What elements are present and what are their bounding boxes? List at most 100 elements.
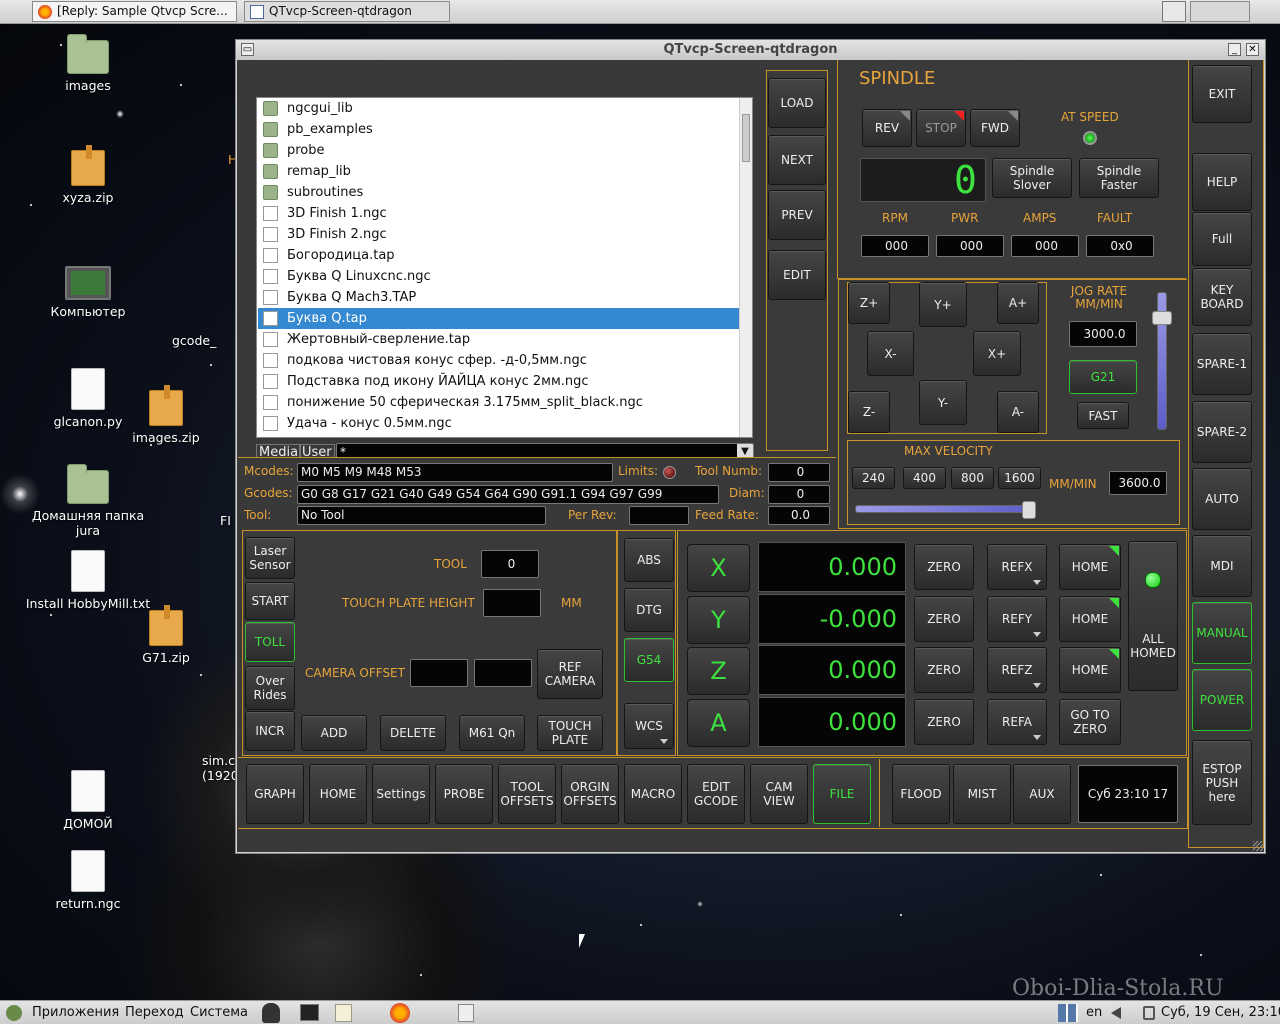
next-button[interactable]: NEXT (768, 135, 826, 185)
places-menu[interactable]: Переход (125, 1004, 184, 1022)
axis-z-button[interactable]: Z (687, 647, 750, 695)
velocity-800-button[interactable]: 800 (951, 467, 994, 489)
spindle-fwd-button[interactable]: FWD (970, 109, 1020, 147)
file-row[interactable]: понижение 50 сферическая 3.175мм_split_b… (258, 392, 740, 413)
file-row[interactable]: Удача - конус 0.5мм.ngc (258, 413, 740, 434)
jog-a-plus-button[interactable]: A+ (997, 282, 1039, 324)
network-icon[interactable] (1143, 1006, 1155, 1020)
taskbar-tab-qtdragon[interactable]: QTvcp-Screen-qtdragon (244, 1, 450, 22)
spindle-faster-button[interactable]: Spindle Faster (1079, 158, 1159, 198)
manual-button[interactable]: MANUAL (1192, 602, 1252, 664)
max-velocity-slider-handle[interactable] (1021, 501, 1036, 519)
folder-row[interactable]: probe (258, 140, 740, 161)
date-time[interactable]: Суб, 19 Сен, 23:10 (1161, 1004, 1280, 1022)
probe-tab-button[interactable]: PROBE (435, 764, 493, 824)
folder-row[interactable]: ngcgui_lib (258, 98, 740, 119)
spare1-button[interactable]: SPARE-1 (1192, 333, 1252, 395)
home-x-button[interactable]: HOME (1059, 544, 1121, 590)
dtg-button[interactable]: DTG (624, 588, 674, 632)
m61-button[interactable]: M61 Qn (459, 715, 525, 751)
file-row[interactable]: Буква Q Linuxcnc.ngc (258, 266, 740, 287)
file-row[interactable]: Буква Q.tap (258, 308, 740, 329)
touch-plate-height-input[interactable] (483, 589, 541, 617)
workspace-2-icon[interactable] (1190, 1, 1250, 22)
file-row[interactable]: Подставка под икону ЙАЙЦА конус 2мм.ngc (258, 371, 740, 392)
mist-button[interactable]: MIST (953, 764, 1011, 824)
ref-z-button[interactable]: REFZ (987, 647, 1047, 693)
tool-input[interactable]: 0 (481, 550, 539, 578)
auto-button[interactable]: AUTO (1192, 468, 1252, 530)
text-editor-icon[interactable] (335, 1004, 352, 1022)
folder-row[interactable]: subroutines (258, 182, 740, 203)
axis-a-button[interactable]: A (687, 699, 750, 747)
window-title[interactable]: QTvcp-Screen-qtdragon (236, 40, 1265, 60)
graph-tab-button[interactable]: GRAPH (246, 764, 304, 824)
all-homed-button[interactable]: ALL HOMED (1128, 541, 1178, 691)
toll-button[interactable]: TOLL (245, 622, 295, 662)
desktop-icon-computer[interactable]: Компьютер (33, 266, 143, 319)
zero-z-button[interactable]: ZERO (914, 647, 974, 693)
ref-x-button[interactable]: REFX (987, 544, 1047, 590)
help-button[interactable]: HELP (1192, 153, 1252, 211)
workspace-grid-icon[interactable] (1058, 1004, 1078, 1022)
flood-button[interactable]: FLOOD (892, 764, 950, 824)
go-to-zero-button[interactable]: GO TO ZERO (1059, 699, 1121, 745)
touch-plate-button[interactable]: TOUCH PLATE (537, 715, 603, 751)
axis-x-button[interactable]: X (687, 544, 750, 592)
zero-a-button[interactable]: ZERO (914, 699, 974, 745)
jog-y-plus-button[interactable]: Y+ (919, 282, 967, 327)
camera-offset-y-input[interactable] (474, 659, 532, 687)
jog-z-minus-button[interactable]: Z- (848, 391, 890, 433)
load-button[interactable]: LOAD (768, 78, 826, 128)
desktop-icon-return[interactable]: return.ngc (33, 850, 143, 911)
applications-menu[interactable]: Приложения (32, 1004, 119, 1022)
file-row[interactable]: 3D Finish 2.ngc (258, 224, 740, 245)
mdi-button[interactable]: MDI (1192, 535, 1252, 597)
desktop-icon-images[interactable]: images (33, 34, 143, 93)
desktop-icon-install[interactable]: Install HobbyMill.txt (18, 550, 158, 611)
spare2-button[interactable]: SPARE-2 (1192, 401, 1252, 463)
folder-row[interactable]: remap_lib (258, 161, 740, 182)
tool-offsets-tab-button[interactable]: TOOL OFFSETS (498, 764, 556, 824)
file-list-scrollbar[interactable] (739, 98, 752, 437)
trash-icon[interactable] (458, 1004, 474, 1022)
file-row[interactable]: Буква Q Mach3.TAP (258, 287, 740, 308)
desktop-icon-gcode[interactable]: gcode_ (172, 333, 232, 348)
jog-y-minus-button[interactable]: Y- (919, 380, 967, 425)
desktop-icon-domoi[interactable]: ДОМОЙ (33, 770, 143, 831)
jog-z-plus-button[interactable]: Z+ (848, 282, 890, 324)
laser-sensor-button[interactable]: Laser Sensor (245, 537, 295, 579)
jog-x-plus-button[interactable]: X+ (973, 331, 1021, 376)
firefox-icon[interactable] (390, 1003, 410, 1023)
home-tab-button[interactable]: HOME (309, 764, 367, 824)
camera-offset-x-input[interactable] (410, 659, 468, 687)
window-menu-icon[interactable]: ▭ (241, 43, 254, 56)
zero-y-button[interactable]: ZERO (914, 596, 974, 642)
jog-rate-slider-handle[interactable] (1152, 310, 1172, 325)
add-button[interactable]: ADD (301, 715, 367, 751)
delete-button[interactable]: DELETE (380, 715, 446, 751)
full-button[interactable]: Full (1192, 212, 1252, 266)
file-row[interactable]: подкова чистовая конус сфер. -д-0,5мм.ng… (258, 350, 740, 371)
spindle-rev-button[interactable]: REV (862, 109, 912, 147)
close-icon[interactable]: ✕ (1246, 43, 1259, 56)
workspace-switcher-icon[interactable] (1162, 1, 1186, 22)
terminal-icon[interactable] (300, 1004, 319, 1021)
max-velocity-slider[interactable] (855, 505, 1035, 513)
system-menu[interactable]: Система (190, 1004, 248, 1022)
start-button[interactable]: START (245, 582, 295, 620)
exit-button[interactable]: EXIT (1192, 65, 1252, 123)
ref-camera-button[interactable]: REF CAMERA (537, 649, 603, 699)
jog-x-minus-button[interactable]: X- (867, 331, 914, 376)
file-list[interactable]: Удача - конус 0.5мм.ngc понижение 50 сфер… (256, 97, 753, 438)
desktop-icon-g71[interactable]: G71.zip (111, 605, 221, 665)
edit-gcode-tab-button[interactable]: EDIT GCODE (687, 764, 745, 824)
velocity-240-button[interactable]: 240 (852, 467, 895, 489)
file-tab-button[interactable]: FILE (813, 764, 871, 824)
language-indicator[interactable]: en (1086, 1004, 1102, 1022)
desktop-icon-xyza-zip[interactable]: xyza.zip (33, 145, 143, 205)
tux-icon[interactable] (262, 1003, 280, 1023)
spindle-slower-button[interactable]: Spindle Slover (992, 158, 1072, 198)
resize-grip-icon[interactable] (1253, 841, 1263, 851)
orgin-offsets-tab-button[interactable]: ORGIN OFFSETS (561, 764, 619, 824)
